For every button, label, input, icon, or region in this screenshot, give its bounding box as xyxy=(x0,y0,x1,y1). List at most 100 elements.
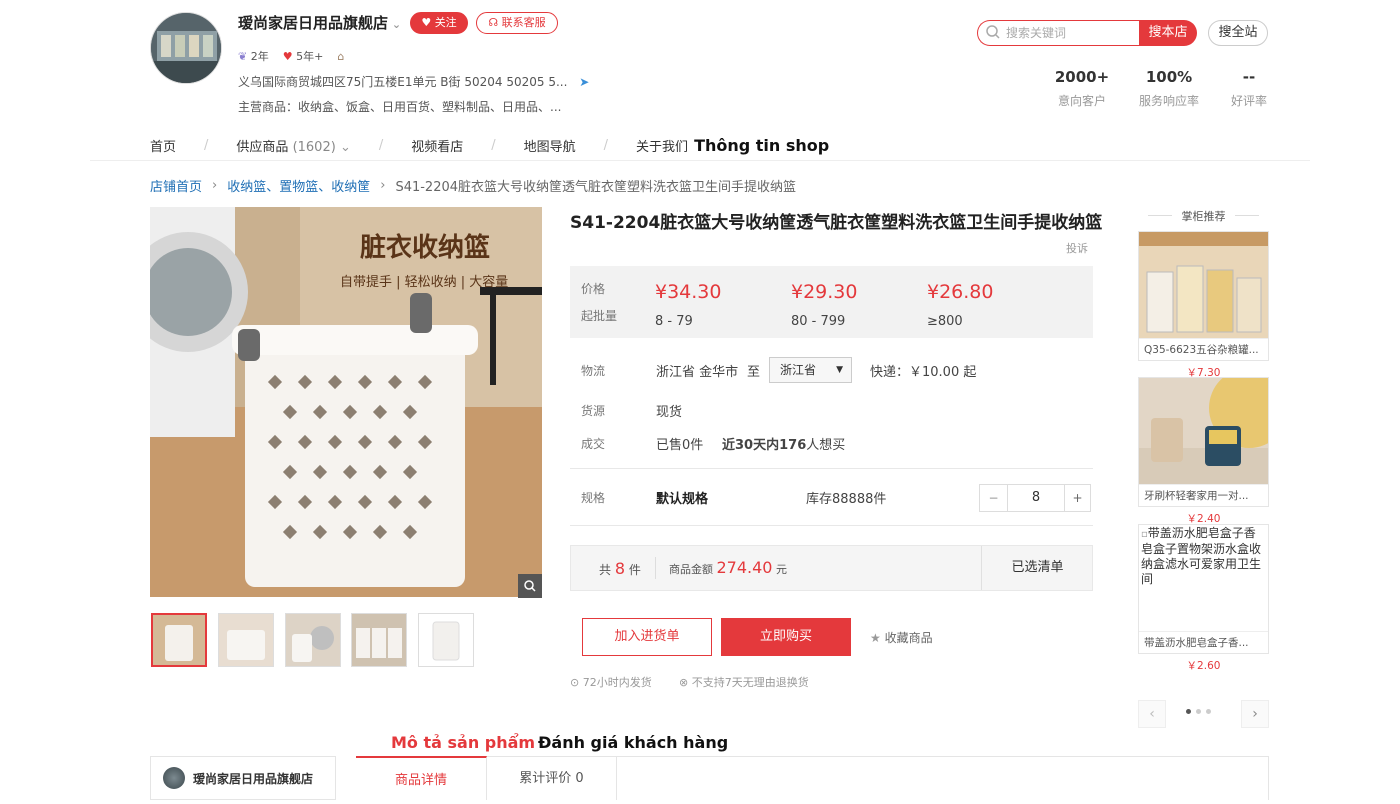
recommend-item-3[interactable]: ▫带盖沥水肥皂盒子香皂盒子置物架沥水盒收纳盒滤水可爱家用卫生间 带盖沥水肥皂盒子… xyxy=(1138,524,1269,654)
tab-reviews[interactable]: 累计评价 0 xyxy=(487,756,617,800)
image-headline: 脏衣收纳篮 xyxy=(360,233,491,263)
selected-list-button[interactable]: 已选清单 xyxy=(981,546,1093,590)
price-label: 价格 xyxy=(581,282,606,296)
nav-video[interactable]: 视频看店 xyxy=(411,136,463,155)
badge-years[interactable]: ❦ 2年 xyxy=(238,48,269,64)
carousel-dots xyxy=(1186,709,1211,714)
caret-down-icon: ▼ xyxy=(836,365,843,375)
spec-value[interactable]: 默认规格 xyxy=(656,488,708,507)
recommend-price-3: ￥2.60 xyxy=(1186,660,1221,672)
heart-icon: ♥ xyxy=(421,16,432,29)
zoom-icon[interactable] xyxy=(518,574,542,598)
add-to-cart-button[interactable]: 加入进货单 xyxy=(582,618,712,656)
range-tier-3: ≥800 xyxy=(927,314,963,329)
chevron-down-icon[interactable]: ⌄ xyxy=(388,18,401,31)
shop-name[interactable]: 瑷尚家居日用品旗舰店 ⌄ xyxy=(238,12,401,33)
merchant-icon[interactable]: ⌂ xyxy=(337,50,344,63)
tab-product-detail[interactable]: 商品详情 xyxy=(356,756,487,800)
stat-response-rate: 100% 服务响应率 xyxy=(1138,68,1199,108)
broken-image-icon: ▫ xyxy=(1141,529,1148,540)
moq-label: 起批量 xyxy=(581,309,618,323)
carousel-dot[interactable] xyxy=(1206,709,1211,714)
thumbnail-4[interactable] xyxy=(351,613,407,667)
follow-button[interactable]: ♥ 关注 xyxy=(410,12,468,34)
service-return: ⊗ 不支持7天无理由退换货 xyxy=(679,676,809,689)
annotation-description: Mô tả sản phẩm xyxy=(391,733,536,752)
stat-intent-customers: 2000+ 意向客户 xyxy=(1054,68,1110,108)
chevron-right-icon: › xyxy=(380,178,386,193)
product-main-image[interactable]: 脏衣收纳篮 自带提手 | 轻松收纳 | 大容量 xyxy=(150,207,542,597)
nav-home[interactable]: 首页 xyxy=(150,136,176,155)
bottom-store-card[interactable]: 瑷尚家居日用品旗舰店 xyxy=(150,756,336,800)
carousel-prev-button[interactable]: ‹ xyxy=(1138,700,1166,728)
quantity-stepper: − 8 + xyxy=(979,484,1091,512)
search-input[interactable]: 搜索关键词 xyxy=(977,20,1139,46)
broken-image-alt: ▫带盖沥水肥皂盒子香皂盒子置物架沥水盒收纳盒滤水可爱家用卫生间 xyxy=(1141,526,1262,586)
carousel-next-button[interactable]: › xyxy=(1241,700,1269,728)
headset-icon: ☊ xyxy=(488,16,499,29)
search-all-button[interactable]: 搜全站 xyxy=(1208,20,1268,46)
breadcrumb-home[interactable]: 店铺首页 xyxy=(150,176,202,195)
order-summary: 共 8 件 商品金额 274.40 元 已选清单 xyxy=(570,545,1093,591)
thumbnail-5[interactable] xyxy=(418,613,474,667)
ship-from: 浙江省 金华市 xyxy=(656,365,739,380)
badge-rating[interactable]: ♥ 5年+ xyxy=(283,48,324,64)
thumbnail-3[interactable] xyxy=(285,613,341,667)
recommend-title: 掌柜推荐 xyxy=(1138,208,1269,224)
price-tier-2: ¥29.30 xyxy=(791,281,858,303)
carousel-dot[interactable] xyxy=(1186,709,1191,714)
shop-address: 义乌国际商贸城四区75门五楼E1单元 B街 50204 50205 5... ➤ xyxy=(238,75,590,89)
shop-avatar[interactable] xyxy=(150,12,222,84)
stat-positive-rate: -- 好评率 xyxy=(1230,68,1267,108)
range-tier-1: 8 - 79 xyxy=(655,314,693,329)
destination-select[interactable]: 浙江省 ▼ xyxy=(769,357,852,383)
ship-to-label: 至 xyxy=(747,365,761,380)
nav-divider xyxy=(90,160,1310,161)
x-circle-icon: ⊗ xyxy=(679,676,689,689)
main-business: 主营商品：收纳盒、饭盒、日用百货、塑料制品、日用品、... xyxy=(238,100,562,114)
chevron-right-icon: › xyxy=(212,178,218,193)
divider xyxy=(570,525,1093,526)
divider xyxy=(570,468,1093,469)
range-tier-2: 80 - 799 xyxy=(791,314,846,329)
shop-badges: ❦ 2年 ♥ 5年+ ⌂ xyxy=(238,48,344,64)
qty-plus-button[interactable]: + xyxy=(1064,485,1090,511)
deal-label: 成交 xyxy=(581,437,606,451)
star-icon: ★ xyxy=(870,631,881,645)
butterfly-icon: ❦ xyxy=(238,50,248,63)
amount: 商品金额 274.40 元 xyxy=(669,558,787,577)
thumbnail-2[interactable] xyxy=(218,613,274,667)
carousel-dot[interactable] xyxy=(1196,709,1201,714)
source-value: 现货 xyxy=(656,405,683,420)
thumbnail-1[interactable] xyxy=(151,613,207,667)
store-avatar xyxy=(163,767,185,789)
service-shipping: ⊙ 72小时内发货 xyxy=(570,676,652,689)
qty-minus-button[interactable]: − xyxy=(980,485,1008,511)
nav-map[interactable]: 地图导航 xyxy=(524,136,576,155)
nav-about[interactable]: 关于我们 xyxy=(636,136,688,155)
search-store-button[interactable]: 搜本店 xyxy=(1139,20,1197,46)
total-count: 共 8 件 xyxy=(599,559,641,578)
spec-label: 规格 xyxy=(581,491,606,505)
favorite-button[interactable]: ★ 收藏商品 xyxy=(870,629,933,646)
nav-supply[interactable]: 供应商品 (1602) ⌄ xyxy=(236,136,350,155)
search-icon xyxy=(985,24,1001,43)
product-title: S41-2204脏衣篮大号收纳筐透气脏衣筐塑料洗衣篮卫生间手提收纳篮 xyxy=(570,213,1103,233)
price-box: 价格 起批量 ¥34.30 8 - 79 ¥29.30 80 - 799 ¥26… xyxy=(570,266,1093,338)
price-tier-3: ¥26.80 xyxy=(927,281,994,303)
location-arrow-icon[interactable]: ➤ xyxy=(579,75,589,89)
image-subline: 自带提手 | 轻松收纳 | 大容量 xyxy=(340,275,509,290)
report-link[interactable]: 投诉 xyxy=(1066,240,1088,256)
breadcrumb-current: S41-2204脏衣篮大号收纳筐透气脏衣筐塑料洗衣篮卫生间手提收纳篮 xyxy=(395,180,797,195)
recommend-item-2[interactable]: 牙刷杯轻奢家用一对... xyxy=(1138,377,1269,507)
buy-now-button[interactable]: 立即购买 xyxy=(721,618,851,656)
breadcrumb-category[interactable]: 收纳篮、置物篮、收纳筐 xyxy=(227,176,370,195)
breadcrumb: 店铺首页 › 收纳篮、置物篮、收纳筐 › S41-2204脏衣篮大号收纳筐透气脏… xyxy=(150,176,796,195)
recommend-item-1[interactable]: Q35-6623五谷杂粮罐... xyxy=(1138,231,1269,361)
express-fee: 快递：￥10.00 起 xyxy=(870,365,977,380)
contact-service-button[interactable]: ☊ 联系客服 xyxy=(476,12,558,34)
qty-input[interactable]: 8 xyxy=(1008,485,1064,511)
recommend-image xyxy=(1139,378,1268,484)
shop-nav: 首页 / 供应商品 (1602) ⌄ / 视频看店 / 地图导航 / 关于我们 … xyxy=(150,136,830,155)
price-tier-1: ¥34.30 xyxy=(655,281,722,303)
